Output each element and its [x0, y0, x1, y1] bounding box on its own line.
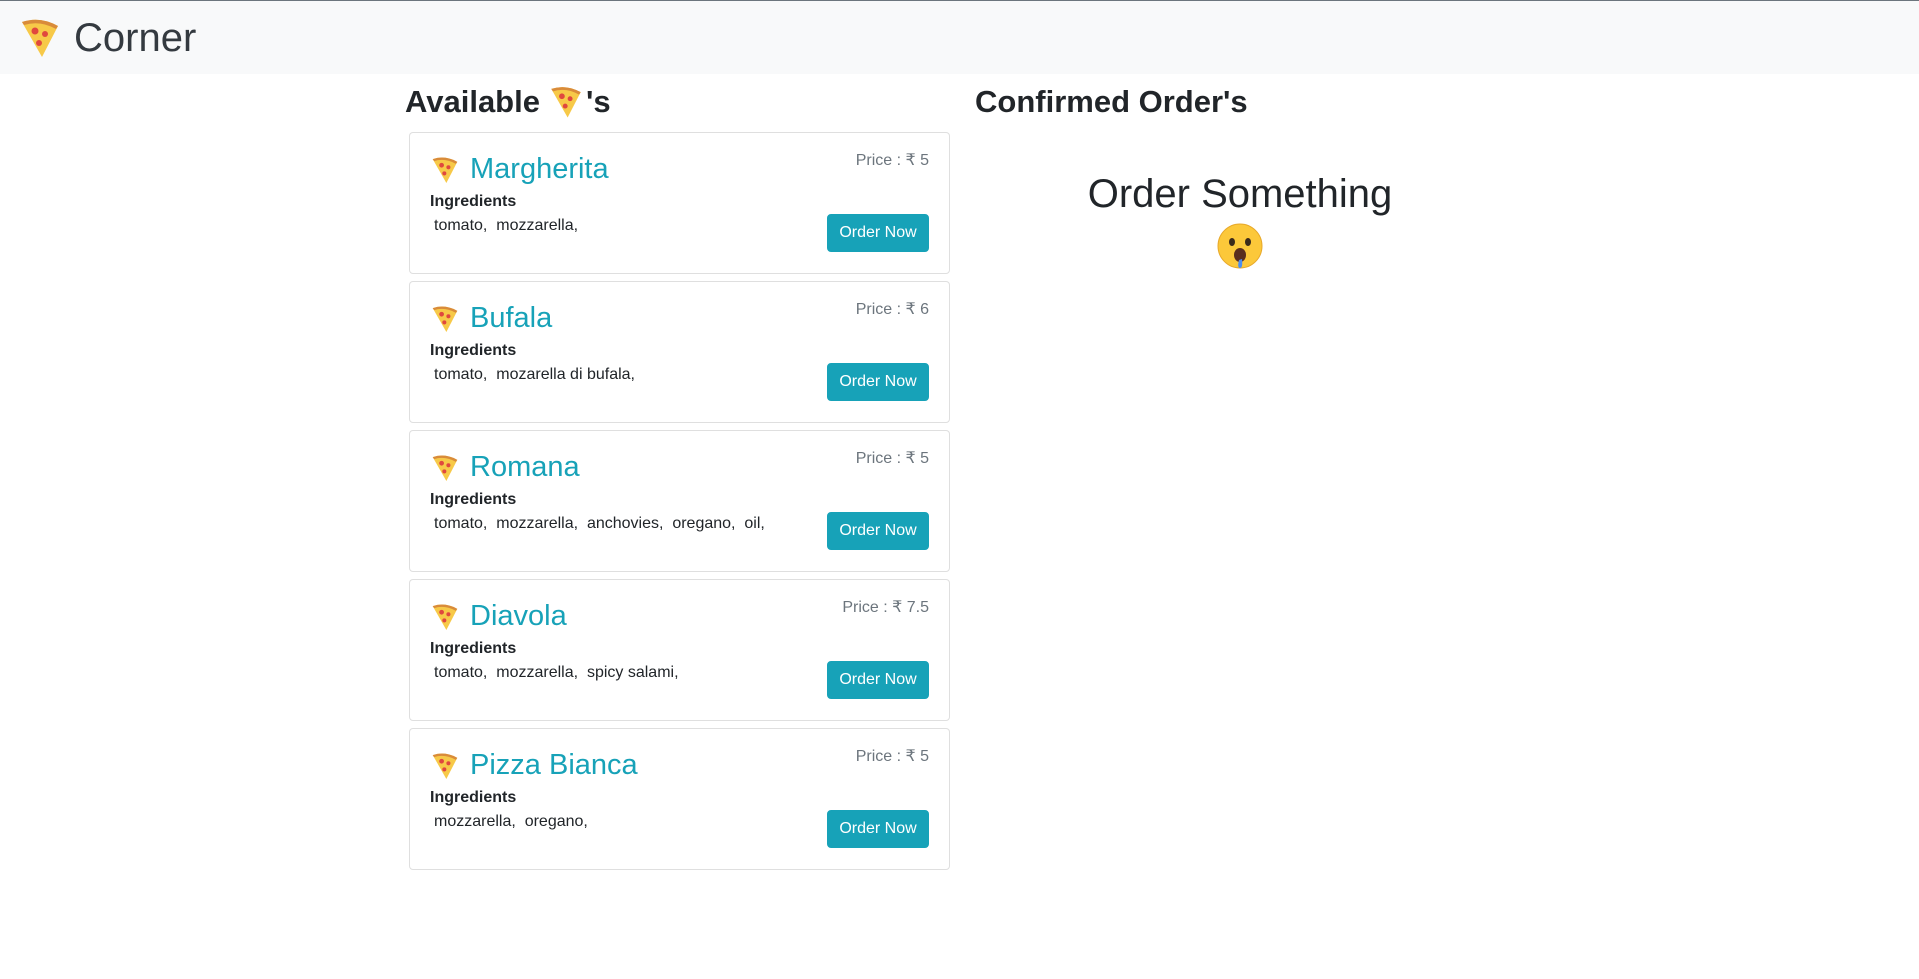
available-heading-suffix: 's	[585, 84, 611, 119]
ingredients-label: Ingredients	[430, 640, 517, 657]
pizza-price: Price : ₹ 5	[855, 748, 929, 765]
confirmed-column: Confirmed Order's Order Something	[975, 80, 1505, 269]
order-now-button[interactable]: Order Now	[827, 363, 929, 401]
pizza-name: Bufala	[470, 302, 553, 334]
ingredients-list: tomato, mozzarella, spicy salami,	[434, 664, 679, 681]
pizza-name: Margherita	[470, 153, 609, 185]
ingredients-label: Ingredients	[430, 789, 517, 806]
pizza-price: Price : ₹ 6	[855, 301, 929, 318]
pizza-name: Pizza Bianca	[470, 749, 638, 781]
pizza-icon	[548, 84, 584, 120]
pizza-icon	[430, 751, 460, 781]
drooling-face-icon	[1216, 222, 1264, 270]
empty-orders-text: Order Something	[1087, 172, 1393, 216]
menu-list: Margherita Price : ₹ 5 Ingredients tomat…	[405, 132, 950, 870]
order-now-button[interactable]: Order Now	[827, 810, 929, 848]
ingredients-list: mozzarella, oregano,	[434, 813, 588, 830]
card-title-row: Bufala	[430, 302, 552, 335]
pizza-card: Diavola Price : ₹ 7.5 Ingredients tomato…	[409, 579, 950, 721]
available-heading-prefix: Available	[405, 84, 540, 119]
pizza-icon	[430, 453, 460, 483]
ingredients-label: Ingredients	[430, 491, 517, 508]
pizza-name: Romana	[470, 451, 580, 483]
pizza-card: Bufala Price : ₹ 6 Ingredients tomato, m…	[409, 281, 950, 423]
empty-orders: Order Something	[975, 170, 1505, 270]
confirmed-heading: Confirmed Order's	[975, 84, 1248, 119]
brand-title: Corner	[74, 15, 197, 60]
order-now-button[interactable]: Order Now	[827, 512, 929, 550]
card-title-row: Diavola	[430, 600, 567, 633]
ingredients-list: tomato, mozarella di bufala,	[434, 366, 635, 383]
card-title-row: Margherita	[430, 153, 609, 186]
pizza-card: Pizza Bianca Price : ₹ 5 Ingredients moz…	[409, 728, 950, 870]
order-now-button[interactable]: Order Now	[827, 661, 929, 699]
pizza-price: Price : ₹ 7.5	[842, 599, 929, 616]
pizza-name: Diavola	[470, 600, 567, 632]
order-now-button[interactable]: Order Now	[827, 214, 929, 252]
ingredients-list: tomato, mozzarella,	[434, 217, 579, 234]
pizza-icon	[430, 602, 460, 632]
card-title-row: Romana	[430, 451, 580, 484]
pizza-icon	[18, 16, 62, 60]
ingredients-label: Ingredients	[430, 342, 517, 359]
pizza-price: Price : ₹ 5	[855, 152, 929, 169]
pizza-card: Romana Price : ₹ 5 Ingredients tomato, m…	[409, 430, 950, 572]
brand[interactable]: Corner	[18, 16, 196, 60]
pizza-card: Margherita Price : ₹ 5 Ingredients tomat…	[409, 132, 950, 274]
ingredients-list: tomato, mozzarella, anchovies, oregano, …	[434, 515, 765, 532]
available-heading: Available 's	[405, 80, 950, 124]
pizza-icon	[430, 155, 460, 185]
ingredients-label: Ingredients	[430, 193, 517, 210]
available-column: Available 's Margherita Price : ₹ 5 Ingr…	[405, 80, 950, 877]
pizza-icon	[430, 304, 460, 334]
navbar: Corner	[0, 0, 1919, 74]
pizza-price: Price : ₹ 5	[855, 450, 929, 467]
card-title-row: Pizza Bianca	[430, 749, 638, 782]
